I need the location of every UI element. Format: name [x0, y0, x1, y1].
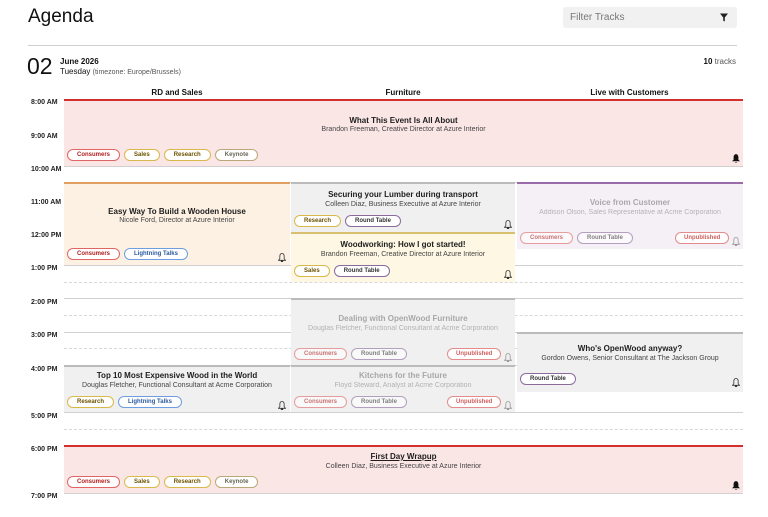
event-speaker: Douglas Fletcher, Functional Consultant …	[82, 382, 272, 389]
tag-round-table[interactable]: Round Table	[520, 373, 576, 385]
tag-round-table[interactable]: Round Table	[351, 348, 407, 360]
event-kitchens-future[interactable]: Kitchens for the Future Floyd Steward, A…	[291, 365, 515, 412]
tag-keynote[interactable]: Keynote	[214, 476, 259, 488]
column-header-live-customers: Live with Customers	[590, 88, 669, 97]
event-dealing-openwood[interactable]: Dealing with OpenWood Furniture Douglas …	[291, 298, 515, 365]
tag-research[interactable]: Research	[163, 149, 211, 161]
time-label: 6:00 PM	[31, 446, 58, 453]
column-header-rd-sales: RD and Sales	[151, 88, 203, 97]
bell-icon[interactable]	[732, 378, 740, 387]
tag-round-table[interactable]: Round Table	[333, 265, 390, 277]
event-title: Woodworking: How I got started!	[340, 240, 466, 249]
tag-consumers[interactable]: Consumers	[294, 396, 348, 408]
filter-tracks-input[interactable]	[563, 7, 737, 28]
weekday-line: Tuesday (timezone: Europe/Brussels)	[60, 67, 181, 76]
event-speaker: Gordon Owens, Senior Consultant at The J…	[541, 355, 719, 362]
event-title: Kitchens for the Future	[358, 371, 447, 380]
grid-line	[64, 412, 743, 413]
track-count-label: tracks	[714, 57, 736, 66]
time-label: 1:00 PM	[31, 265, 58, 272]
event-easy-way-wooden-house[interactable]: Easy Way To Build a Wooden House Nicole …	[64, 182, 290, 265]
bell-icon[interactable]	[504, 353, 512, 362]
grid-line-dashed	[64, 282, 743, 283]
unpublished-badge: Unpublished	[675, 232, 730, 244]
tag-consumers[interactable]: Consumers	[520, 232, 574, 244]
timezone: (timezone: Europe/Brussels)	[92, 69, 181, 76]
bell-icon[interactable]	[732, 481, 740, 490]
event-speaker: Brandon Freeman, Creative Director at Az…	[320, 251, 486, 258]
event-speaker: Colleen Diaz, Business Executive at Azur…	[325, 463, 482, 470]
event-title: Voice from Customer	[589, 198, 671, 207]
event-speaker: Colleen Diaz, Business Executive at Azur…	[325, 201, 481, 208]
event-voice-from-customer[interactable]: Voice from Customer Addison Olson, Sales…	[517, 182, 743, 249]
grid-line	[64, 493, 743, 494]
tag-round-table[interactable]: Round Table	[351, 396, 407, 408]
tag-lightning-talks[interactable]: Lightning Talks	[124, 248, 188, 260]
bell-icon[interactable]	[504, 220, 512, 229]
tag-keynote[interactable]: Keynote	[214, 149, 259, 161]
bell-icon[interactable]	[504, 401, 512, 410]
time-label: 8:00 AM	[31, 99, 58, 106]
bell-icon[interactable]	[732, 154, 740, 163]
time-label: 10:00 AM	[31, 166, 62, 173]
tag-consumers[interactable]: Consumers	[67, 149, 121, 161]
event-speaker: Nicole Ford, Director at Azure Interior	[119, 217, 235, 224]
tag-sales[interactable]: Sales	[294, 265, 330, 277]
unpublished-badge: Unpublished	[447, 348, 502, 360]
time-label: 3:00 PM	[31, 332, 58, 339]
track-count-number: 10	[703, 57, 713, 66]
event-title[interactable]: First Day Wrapup	[64, 452, 743, 461]
tag-consumers[interactable]: Consumers	[67, 476, 121, 488]
filter-icon[interactable]	[720, 13, 728, 22]
page-title: Agenda	[28, 6, 94, 27]
event-woodworking[interactable]: Woodworking: How I got started! Brandon …	[291, 232, 515, 282]
time-label: 12:00 PM	[31, 232, 62, 239]
bell-icon[interactable]	[504, 270, 512, 279]
grid-line-dashed	[64, 429, 743, 430]
event-what-this-event[interactable]: What This Event Is All About Brandon Fre…	[64, 99, 743, 166]
event-whos-openwood[interactable]: Who's OpenWood anyway? Gordon Owens, Sen…	[517, 332, 743, 392]
tag-research[interactable]: Research	[294, 215, 342, 227]
unpublished-badge: Unpublished	[447, 396, 502, 408]
event-speaker: Addison Olson, Sales Representative at A…	[539, 209, 721, 216]
event-speaker: Brandon Freeman, Creative Director at Az…	[321, 126, 486, 133]
tag-research[interactable]: Research	[67, 396, 115, 408]
event-speaker: Douglas Fletcher, Functional Consultant …	[308, 325, 498, 332]
time-label: 4:00 PM	[31, 366, 58, 373]
tag-round-table[interactable]: Round Table	[345, 215, 401, 227]
track-count: 10 tracks	[704, 57, 736, 66]
tag-research[interactable]: Research	[163, 476, 211, 488]
event-title: Top 10 Most Expensive Wood in the World	[96, 371, 258, 380]
tag-consumers[interactable]: Consumers	[67, 248, 121, 260]
weekday: Tuesday	[60, 67, 91, 76]
time-label: 5:00 PM	[31, 413, 58, 420]
time-label: 7:00 PM	[31, 493, 58, 500]
event-first-day-wrapup[interactable]: First Day Wrapup Colleen Diaz, Business …	[64, 445, 743, 493]
header-divider	[28, 45, 737, 46]
event-top-10-expensive-wood[interactable]: Top 10 Most Expensive Wood in the World …	[64, 365, 290, 412]
month-year: June 2026	[60, 57, 99, 66]
event-title: Who's OpenWood anyway?	[577, 344, 683, 353]
tag-round-table[interactable]: Round Table	[577, 232, 633, 244]
tag-sales[interactable]: Sales	[124, 476, 160, 488]
grid-line	[64, 166, 743, 167]
event-title: Easy Way To Build a Wooden House	[108, 207, 246, 216]
bell-icon[interactable]	[278, 253, 286, 262]
tag-lightning-talks[interactable]: Lightning Talks	[118, 396, 182, 408]
event-title: Dealing with OpenWood Furniture	[338, 314, 468, 323]
bell-icon[interactable]	[278, 401, 286, 410]
event-title: Securing your Lumber during transport	[328, 190, 478, 199]
tag-sales[interactable]: Sales	[124, 149, 160, 161]
event-securing-lumber[interactable]: Securing your Lumber during transport Co…	[291, 182, 515, 232]
tag-consumers[interactable]: Consumers	[294, 348, 348, 360]
bell-icon[interactable]	[732, 237, 740, 246]
day-number: 02	[27, 53, 53, 79]
event-speaker: Floyd Steward, Analyst at Acme Corporati…	[334, 382, 472, 389]
event-title: What This Event Is All About	[349, 116, 458, 125]
column-header-furniture: Furniture	[385, 88, 421, 97]
time-label: 2:00 PM	[31, 299, 58, 306]
time-label: 11:00 AM	[31, 199, 62, 206]
time-label: 9:00 AM	[31, 133, 58, 140]
